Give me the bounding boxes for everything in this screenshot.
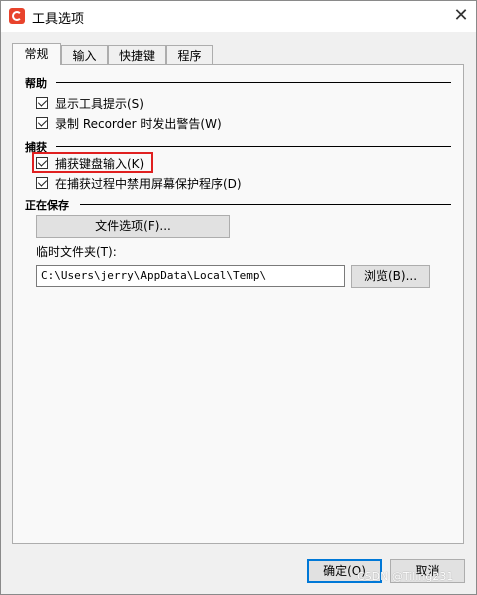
disable-screensaver-label: 在捕获过程中禁用屏幕保护程序(D): [55, 176, 242, 191]
show-tooltips-checkbox[interactable]: [36, 97, 48, 109]
recorder-warning-label: 录制 Recorder 时发出警告(W): [55, 116, 222, 131]
general-tab-panel: [12, 64, 464, 544]
tab-input[interactable]: 输入: [61, 45, 108, 65]
saving-section-heading: 正在保存: [25, 199, 69, 212]
temp-folder-label: 临时文件夹(T):: [36, 245, 117, 259]
checkmark-icon: [37, 177, 48, 187]
app-logo-icon: [9, 8, 25, 24]
show-tooltips-option[interactable]: 显示工具提示(S): [36, 95, 144, 111]
help-section-divider: [56, 82, 451, 83]
help-section-heading: 帮助: [25, 77, 47, 90]
window-title: 工具选项: [32, 12, 85, 27]
checkmark-icon: [37, 117, 48, 127]
show-tooltips-label: 显示工具提示(S): [55, 96, 144, 111]
disable-screensaver-option[interactable]: 在捕获过程中禁用屏幕保护程序(D): [36, 175, 242, 191]
checkmark-icon: [37, 97, 48, 107]
tab-hotkeys[interactable]: 快捷键: [108, 45, 166, 65]
temp-folder-input[interactable]: C:\Users\jerry\AppData\Local\Temp\: [36, 265, 345, 287]
tool-options-dialog: 工具选项 ✕ 常规 输入 快捷键 程序 帮助 显示工具提示(S) 录制 Reco…: [0, 0, 477, 595]
tab-general[interactable]: 常规: [12, 43, 61, 65]
saving-section-divider: [80, 204, 451, 205]
title-bar: 工具选项 ✕: [1, 1, 476, 32]
browse-button[interactable]: 浏览(B)...: [351, 265, 430, 288]
highlight-annotation: [32, 152, 153, 173]
tab-program[interactable]: 程序: [166, 45, 213, 65]
watermark: CSDN @Tiling231: [357, 570, 454, 583]
file-options-button[interactable]: 文件选项(F)...: [36, 215, 230, 238]
recorder-warning-checkbox[interactable]: [36, 117, 48, 129]
capture-section-divider: [56, 146, 451, 147]
recorder-warning-option[interactable]: 录制 Recorder 时发出警告(W): [36, 115, 222, 131]
disable-screensaver-checkbox[interactable]: [36, 177, 48, 189]
close-icon[interactable]: ✕: [449, 4, 473, 28]
